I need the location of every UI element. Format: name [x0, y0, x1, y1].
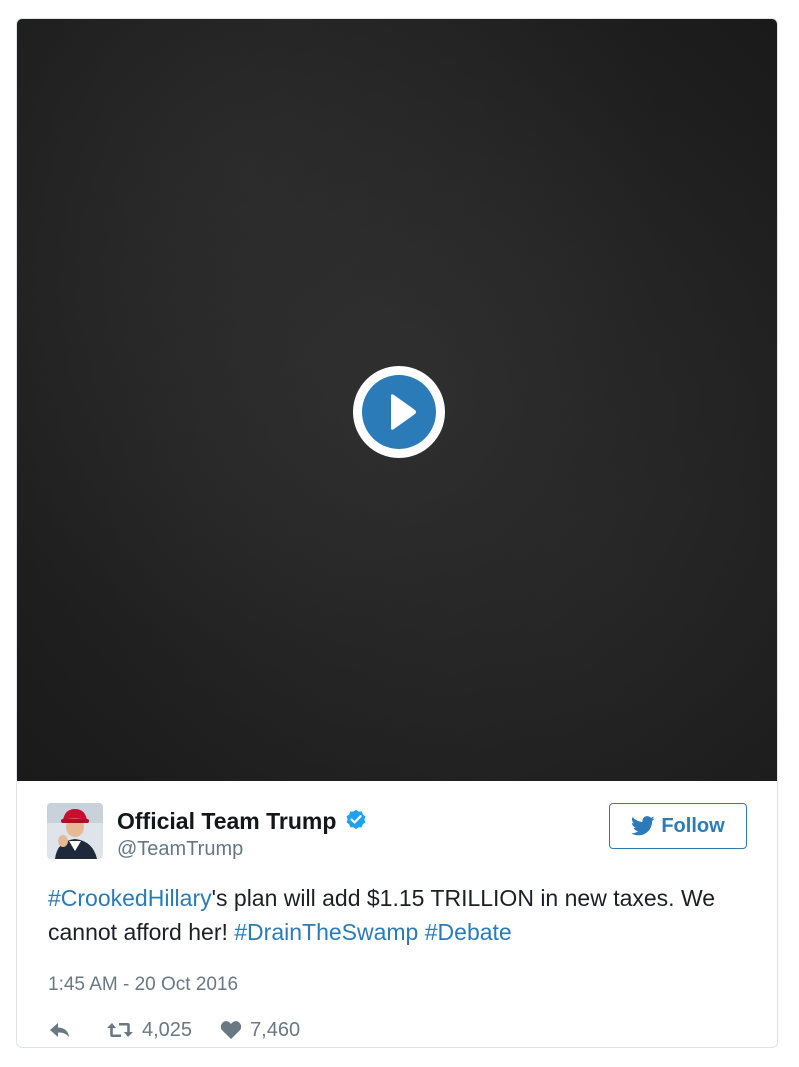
follow-label: Follow	[661, 814, 725, 837]
author-display-name: Official Team Trump	[117, 808, 337, 834]
reply-icon	[50, 1023, 69, 1037]
play-button[interactable]	[353, 366, 445, 458]
play-icon	[362, 375, 436, 449]
heart-icon	[220, 1021, 242, 1039]
verified-badge-icon	[347, 809, 366, 830]
avatar[interactable]	[47, 803, 103, 859]
author-handle[interactable]: @TeamTrump	[117, 838, 243, 861]
tweet-author: Official Team Trump @TeamTrump Follow	[47, 801, 747, 865]
reply-button[interactable]	[48, 1020, 72, 1040]
embedded-tweet-card: Official Team Trump @TeamTrump Follow #C…	[16, 18, 778, 1048]
hashtag-link[interactable]: #CrookedHillary	[48, 885, 212, 911]
tweet-actions: 4,025 7,460	[48, 1015, 300, 1045]
video-player[interactable]	[17, 19, 777, 781]
tweet-timestamp[interactable]: 1:45 AM - 20 Oct 2016	[48, 974, 238, 996]
hashtag-link[interactable]: #DrainTheSwamp	[234, 919, 418, 945]
retweet-icon	[107, 1023, 133, 1037]
author-name[interactable]: Official Team Trump	[117, 807, 368, 835]
like-count: 7,460	[250, 1018, 301, 1041]
retweet-button[interactable]: 4,025	[106, 1019, 192, 1042]
hashtag-link[interactable]: #Debate	[425, 919, 512, 945]
retweet-count: 4,025	[142, 1018, 193, 1041]
avatar-image	[47, 803, 103, 859]
tweet-text: #CrookedHillary's plan will add $1.15 TR…	[48, 881, 748, 949]
follow-button[interactable]: Follow	[609, 803, 747, 849]
like-button[interactable]: 7,460	[220, 1019, 300, 1042]
twitter-bird-icon	[631, 816, 655, 836]
